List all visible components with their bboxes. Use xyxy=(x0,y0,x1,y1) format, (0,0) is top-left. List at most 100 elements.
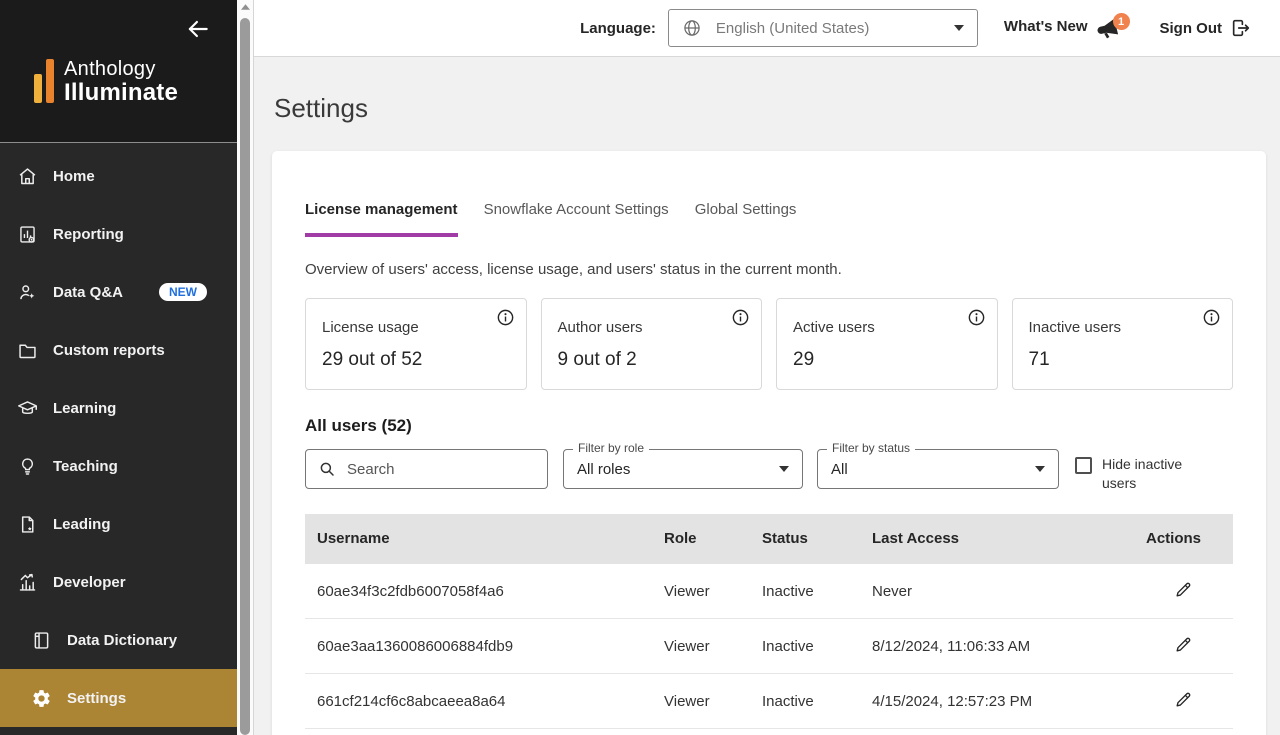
cell-status: Inactive xyxy=(762,673,872,730)
search-box[interactable] xyxy=(305,449,548,489)
edit-user-button[interactable] xyxy=(1174,580,1193,599)
cell-last-access: Never xyxy=(872,563,1102,620)
tab-license-management[interactable]: License management xyxy=(305,201,458,237)
book-icon xyxy=(30,630,52,651)
sidebar-item-home[interactable]: Home xyxy=(0,147,237,205)
users-table: Username Role Status Last Access Actions… xyxy=(305,513,1233,730)
sidebar-item-data-qa[interactable]: Data Q&A NEW xyxy=(0,263,237,321)
logo-bars-icon xyxy=(34,59,54,103)
language-selected-value: English (United States) xyxy=(715,19,870,37)
sidebar-item-reporting[interactable]: Reporting xyxy=(0,205,237,263)
sidebar-item-label: Reporting xyxy=(53,225,124,243)
sidebar-item-leading[interactable]: Leading xyxy=(0,495,237,553)
filter-by-status-value: All xyxy=(831,460,848,478)
table-row: 60ae34f3c2fdb6007058f4a6 Viewer Inactive… xyxy=(305,563,1233,620)
document-star-icon xyxy=(16,514,38,535)
table-header-row: Username Role Status Last Access Actions xyxy=(305,513,1233,564)
info-icon[interactable] xyxy=(967,308,986,327)
cell-role: Viewer xyxy=(664,563,762,620)
stat-card-inactive-users: Inactive users 71 xyxy=(1011,298,1233,390)
info-icon[interactable] xyxy=(496,308,515,327)
sidebar-item-label: Developer xyxy=(53,573,126,591)
overview-description: Overview of users' access, license usage… xyxy=(305,261,842,278)
sidebar-menu: Home Reporting Data Q&A NEW Custom repor… xyxy=(0,143,237,727)
stat-value: 71 xyxy=(1028,349,1050,370)
sign-out-button[interactable]: Sign Out xyxy=(1160,17,1253,39)
search-input[interactable] xyxy=(347,460,535,478)
edit-user-button[interactable] xyxy=(1174,635,1193,654)
cell-role: Viewer xyxy=(664,618,762,675)
sidebar-item-label: Data Q&A xyxy=(53,283,124,301)
folder-icon xyxy=(16,340,38,361)
filter-by-role-select[interactable]: Filter by role All roles xyxy=(563,441,803,489)
filter-by-role-value: All roles xyxy=(577,460,631,478)
chevron-down-icon xyxy=(953,25,964,31)
data-qa-icon xyxy=(16,282,38,303)
cell-status: Inactive xyxy=(762,563,872,620)
anthology-illuminate-logo: Anthology Illuminate xyxy=(34,58,178,107)
sign-out-label: Sign Out xyxy=(1159,19,1223,37)
table-row: 661cf214cf6c8abcaeea8a64 Viewer Inactive… xyxy=(305,673,1233,730)
sidebar-item-data-dictionary[interactable]: Data Dictionary xyxy=(0,611,237,669)
stat-card-active-users: Active users 29 xyxy=(776,298,998,390)
chevron-down-icon xyxy=(779,466,789,472)
vertical-scrollbar[interactable] xyxy=(237,0,254,735)
whats-new-label: What's New xyxy=(1003,18,1088,35)
stat-card-author-users: Author users 9 out of 2 xyxy=(540,298,762,390)
brand-name-line2: Illuminate xyxy=(64,79,179,106)
sidebar-item-teaching[interactable]: Teaching xyxy=(0,437,237,495)
info-icon[interactable] xyxy=(731,308,750,327)
table-row: 60ae3aa1360086006884fdb9 Viewer Inactive… xyxy=(305,618,1233,675)
arrow-left-icon xyxy=(188,20,208,38)
cell-username: 60ae34f3c2fdb6007058f4a6 xyxy=(305,563,664,620)
sidebar-item-label: Home xyxy=(53,167,95,185)
collapse-sidebar-button[interactable] xyxy=(185,16,211,42)
column-header-actions: Actions xyxy=(1102,513,1233,564)
chart-trend-icon xyxy=(16,572,38,593)
gear-icon xyxy=(30,688,52,709)
cell-last-access: 4/15/2024, 12:57:23 PM xyxy=(872,673,1102,730)
sidebar-item-developer[interactable]: Developer xyxy=(0,553,237,611)
sidebar-item-label: Leading xyxy=(53,515,111,533)
page-title: Settings xyxy=(274,93,368,123)
column-header-status: Status xyxy=(762,513,872,564)
language-globe-icon xyxy=(682,18,702,38)
sidebar-header: Anthology Illuminate xyxy=(0,0,237,143)
settings-card: License management Snowflake Account Set… xyxy=(272,151,1266,735)
stat-label: License usage xyxy=(322,319,419,336)
scrollbar-up-icon[interactable] xyxy=(237,4,253,10)
stat-value: 29 out of 52 xyxy=(322,349,423,370)
scrollbar-thumb[interactable] xyxy=(240,18,250,735)
sidebar-item-label: Learning xyxy=(53,399,117,417)
lightbulb-icon xyxy=(16,456,38,477)
sidebar-item-settings[interactable]: Settings xyxy=(0,669,237,727)
language-select[interactable]: English (United States) xyxy=(667,9,978,47)
stat-card-license-usage: License usage 29 out of 52 xyxy=(305,298,527,390)
cell-username: 60ae3aa1360086006884fdb9 xyxy=(305,618,664,675)
tab-global-settings[interactable]: Global Settings xyxy=(695,201,797,237)
sidebar-item-custom-reports[interactable]: Custom reports xyxy=(0,321,237,379)
hide-inactive-users-control[interactable]: Hide inactive users xyxy=(1075,449,1194,493)
chevron-down-icon xyxy=(1035,466,1045,472)
stat-value: 29 xyxy=(793,349,815,370)
cell-role: Viewer xyxy=(664,673,762,730)
stat-label: Author users xyxy=(557,319,643,336)
sidebar-item-learning[interactable]: Learning xyxy=(0,379,237,437)
edit-user-button[interactable] xyxy=(1174,690,1193,709)
filter-by-status-label: Filter by status xyxy=(827,441,916,456)
reporting-icon xyxy=(16,224,38,245)
hide-inactive-users-checkbox[interactable] xyxy=(1075,457,1092,474)
sidebar-item-label: Custom reports xyxy=(53,341,165,359)
info-icon[interactable] xyxy=(1202,308,1221,327)
content-area: Settings License management Snowflake Ac… xyxy=(254,57,1280,735)
whats-new-button[interactable]: What's New 1 xyxy=(1003,13,1130,41)
filter-by-status-select[interactable]: Filter by status All xyxy=(817,441,1059,489)
stat-label: Active users xyxy=(793,319,875,336)
brand-name-line1: Anthology xyxy=(64,58,156,80)
cell-last-access: 8/12/2024, 11:06:33 AM xyxy=(872,618,1102,675)
sidebar-item-label: Data Dictionary xyxy=(67,631,178,649)
graduation-cap-icon xyxy=(16,398,38,419)
column-header-last-access: Last Access xyxy=(872,513,1102,564)
tab-snowflake-account-settings[interactable]: Snowflake Account Settings xyxy=(484,201,669,237)
column-header-username: Username xyxy=(305,513,664,564)
